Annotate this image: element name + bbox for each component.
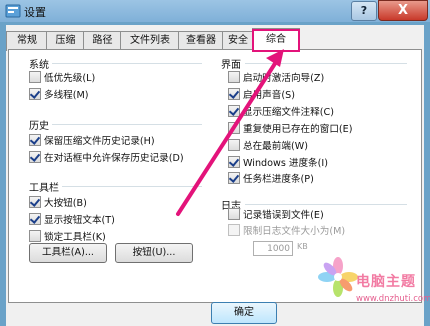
flower-logo-icon	[318, 257, 358, 297]
watermark: 电脑主题 www.dnzhuti.com	[318, 256, 430, 326]
watermark-url: www.dnzhuti.com	[356, 294, 430, 304]
watermark-text: 电脑主题	[356, 274, 416, 290]
